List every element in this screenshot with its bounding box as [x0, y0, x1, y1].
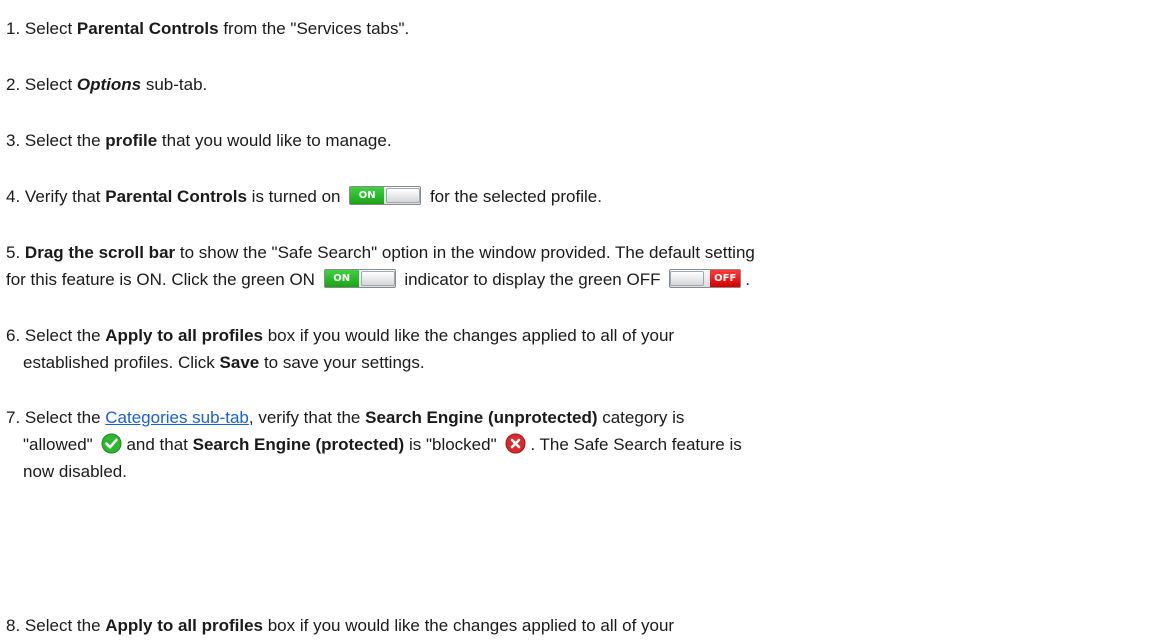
step-7: 7. Select the Categories sub-tab, verify…	[6, 408, 742, 481]
toggle-off-icon: OFF	[669, 269, 742, 288]
toggle-on-icon: ON	[349, 186, 422, 205]
check-circle-icon	[101, 433, 122, 454]
step-4: 4. Verify that Parental Controls is turn…	[6, 186, 602, 206]
step-8: 8. Select the Apply to all profiles box …	[6, 616, 675, 635]
step-5: 5. Drag the scroll bar to show the "Safe…	[6, 243, 755, 289]
help-page: { "steps": [ {"num": "1.", "a": "Select …	[0, 0, 1173, 644]
step-2: 2. Select Options sub-tab.	[6, 75, 208, 94]
categories-sub-tab-link[interactable]: Categories sub-tab	[105, 408, 249, 427]
step-3: 3. Select the profile that you would lik…	[6, 131, 392, 150]
step-6: 6. Select the Apply to all profiles box …	[6, 326, 675, 372]
x-circle-icon	[505, 433, 526, 454]
toggle-on-icon: ON	[323, 269, 396, 288]
step-1: 1. Select Parental Controls from the "Se…	[6, 19, 410, 38]
